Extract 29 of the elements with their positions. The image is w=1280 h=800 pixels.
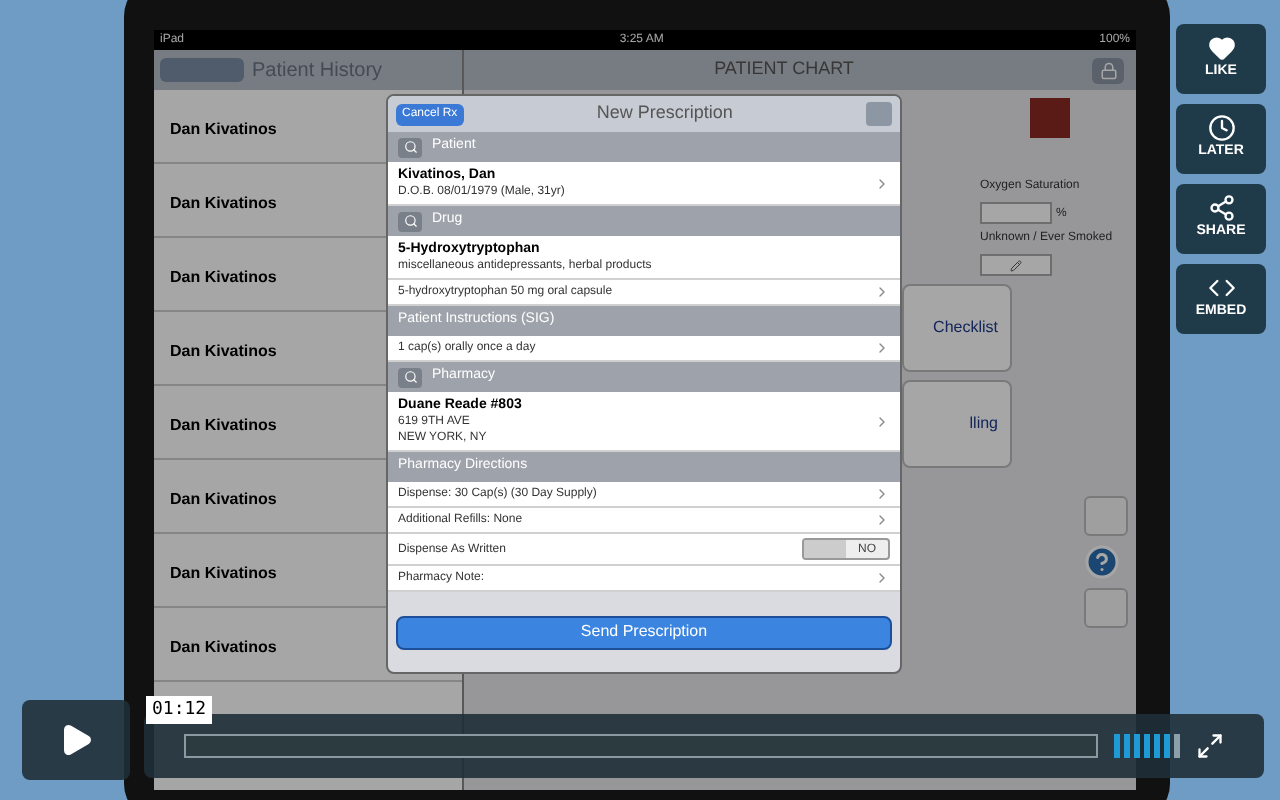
- clock-icon: [1207, 114, 1235, 143]
- chevron-icon: [874, 340, 890, 356]
- chevron-icon: [874, 570, 890, 586]
- chevron-icon: [874, 284, 890, 300]
- search-icon[interactable]: [403, 370, 417, 384]
- chart-card[interactable]: Checklist: [902, 284, 1012, 372]
- volume-meter[interactable]: [1114, 734, 1180, 758]
- fullscreen-icon[interactable]: [1196, 732, 1224, 760]
- share-icon: [1207, 194, 1235, 223]
- lock-icon: [1099, 61, 1117, 79]
- input-field[interactable]: [980, 202, 1052, 224]
- lock-button[interactable]: [1092, 57, 1124, 83]
- search-icon[interactable]: [403, 140, 417, 154]
- pencil-icon: [1010, 259, 1022, 271]
- chevron-icon: [874, 175, 890, 191]
- photo-placeholder: [1030, 98, 1070, 138]
- chart-title: PATIENT CHART: [712, 56, 856, 83]
- play-button[interactable]: [22, 700, 130, 780]
- heart-icon: [1207, 34, 1235, 63]
- play-icon: [58, 722, 94, 758]
- dialog-title: New Prescription: [594, 100, 735, 127]
- time-tooltip: 01:12: [146, 696, 213, 724]
- chevron-icon: [874, 413, 890, 429]
- edit-button[interactable]: [980, 254, 1052, 276]
- send-button[interactable]: Send Prescription: [396, 615, 892, 649]
- help-icon[interactable]: [1084, 544, 1120, 580]
- progress-track[interactable]: [184, 734, 1098, 758]
- chart-card[interactable]: lling: [902, 380, 1012, 468]
- search-icon[interactable]: [403, 214, 417, 228]
